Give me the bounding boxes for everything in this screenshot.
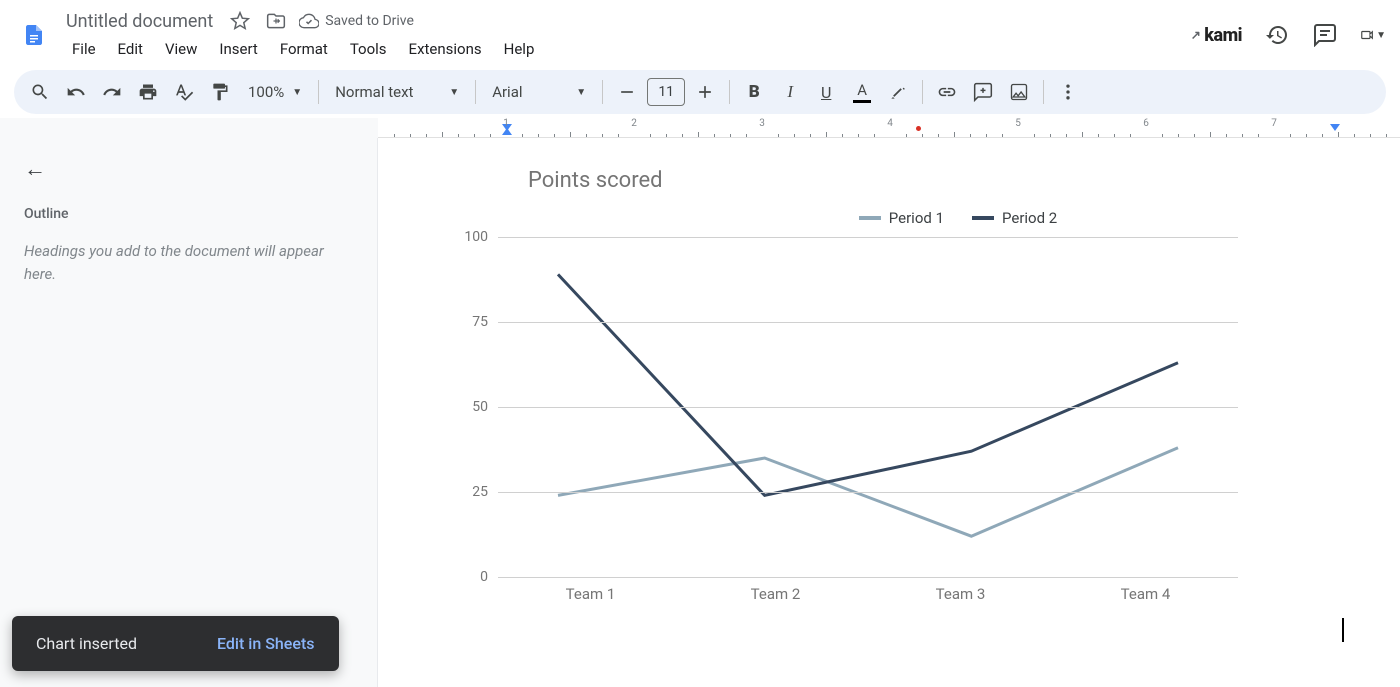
right-indent-marker[interactable] [1330, 124, 1340, 131]
outline-panel: ← Outline Headings you add to the docume… [0, 138, 378, 687]
cloud-status[interactable]: Saved to Drive [299, 11, 414, 31]
menu-view[interactable]: View [155, 36, 207, 62]
menu-format[interactable]: Format [270, 36, 338, 62]
style-value: Normal text [335, 83, 413, 101]
toolbar: 100% ▼ Normal text ▼ Arial ▼ 11 B I U A [14, 70, 1386, 114]
search-icon[interactable] [24, 76, 56, 108]
zoom-value: 100% [248, 83, 284, 101]
paragraph-style-select[interactable]: Normal text ▼ [327, 83, 467, 101]
tab-stop-marker[interactable] [916, 126, 921, 131]
toast-message: Chart inserted [36, 634, 137, 653]
outline-hint: Headings you add to the document will ap… [24, 240, 324, 285]
bold-icon[interactable]: B [738, 76, 770, 108]
menu-bar: File Edit View Insert Format Tools Exten… [62, 36, 1191, 62]
y-tick-label: 75 [472, 314, 488, 330]
more-options-icon[interactable] [1052, 76, 1084, 108]
font-size-input[interactable]: 11 [647, 78, 685, 106]
insert-image-icon[interactable] [1003, 76, 1035, 108]
highlight-color-icon[interactable] [882, 76, 914, 108]
spellcheck-icon[interactable] [168, 76, 200, 108]
saved-label: Saved to Drive [325, 13, 414, 29]
comment-icon[interactable] [1312, 22, 1338, 48]
legend-item-period2: Period 2 [972, 209, 1057, 227]
menu-tools[interactable]: Tools [340, 36, 397, 62]
italic-icon[interactable]: I [774, 76, 806, 108]
history-icon[interactable] [1264, 22, 1290, 48]
menu-file[interactable]: File [62, 36, 106, 62]
underline-icon[interactable]: U [810, 76, 842, 108]
ruler[interactable]: 1234567 [0, 118, 1400, 138]
dropdown-caret-icon: ▼ [449, 87, 459, 98]
toast-action-link[interactable]: Edit in Sheets [217, 634, 315, 653]
dropdown-caret-icon: ▼ [1376, 30, 1386, 41]
redo-icon[interactable] [96, 76, 128, 108]
open-external-icon: ↗ [1191, 28, 1201, 42]
legend-item-period1: Period 1 [859, 209, 944, 227]
x-tick-label: Team 3 [868, 585, 1053, 603]
outline-heading: Outline [24, 206, 353, 222]
y-tick-label: 50 [472, 399, 488, 415]
dropdown-caret-icon: ▼ [292, 87, 302, 98]
x-tick-label: Team 4 [1053, 585, 1238, 603]
app-header: Untitled document Saved to Drive File Ed… [0, 0, 1400, 64]
font-value: Arial [492, 83, 522, 101]
text-cursor [1342, 618, 1344, 642]
x-tick-label: Team 1 [498, 585, 683, 603]
chart-title: Points scored [528, 168, 1360, 193]
move-icon[interactable] [263, 8, 289, 34]
menu-edit[interactable]: Edit [108, 36, 153, 62]
video-call-icon[interactable]: ▼ [1360, 22, 1386, 48]
doc-title[interactable]: Untitled document [62, 9, 217, 34]
dropdown-caret-icon: ▼ [576, 87, 586, 98]
insert-link-icon[interactable] [931, 76, 963, 108]
menu-insert[interactable]: Insert [209, 36, 267, 62]
document-page[interactable]: Points scored Period 1 Period 2 0 25 50 75 1… [378, 138, 1400, 687]
zoom-select[interactable]: 100% ▼ [240, 83, 310, 101]
star-icon[interactable] [227, 8, 253, 34]
toast-notification: Chart inserted Edit in Sheets [12, 616, 339, 671]
chart[interactable]: Period 1 Period 2 0255075100 Team 1Team … [418, 209, 1238, 629]
add-comment-icon[interactable] [967, 76, 999, 108]
chart-plot-area: 0255075100 [458, 237, 1238, 577]
decrease-font-size-icon[interactable] [611, 76, 643, 108]
kami-extension[interactable]: ↗kami [1191, 25, 1242, 46]
undo-icon[interactable] [60, 76, 92, 108]
paint-format-icon[interactable] [204, 76, 236, 108]
collapse-outline-icon[interactable]: ← [24, 156, 353, 182]
x-tick-label: Team 2 [683, 585, 868, 603]
y-tick-label: 25 [472, 484, 488, 500]
y-tick-label: 100 [464, 229, 488, 245]
chart-legend: Period 1 Period 2 [678, 209, 1238, 227]
docs-logo-icon[interactable] [14, 15, 54, 55]
font-select[interactable]: Arial ▼ [484, 83, 594, 101]
left-indent-marker[interactable] [502, 128, 512, 135]
y-tick-label: 0 [480, 569, 488, 585]
kami-label: kami [1204, 25, 1242, 46]
menu-help[interactable]: Help [494, 36, 545, 62]
chart-x-labels: Team 1Team 2Team 3Team 4 [498, 585, 1238, 603]
print-icon[interactable] [132, 76, 164, 108]
text-color-icon[interactable]: A [846, 76, 878, 108]
cloud-done-icon [299, 11, 319, 31]
menu-extensions[interactable]: Extensions [399, 36, 492, 62]
increase-font-size-icon[interactable] [689, 76, 721, 108]
